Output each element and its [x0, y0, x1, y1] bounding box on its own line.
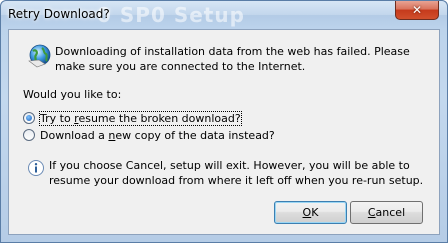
close-icon: ✕ — [411, 3, 423, 17]
title-bar[interactable]: 0 SP0 Setup Retry Download? ✕ — [1, 1, 447, 29]
info-icon — [28, 160, 44, 176]
resume-radio[interactable] — [23, 112, 35, 124]
cancel-button[interactable]: Cancel — [350, 201, 423, 224]
option-new-copy[interactable]: Download a new copy of the data instead? — [23, 127, 275, 143]
cancel-note: If you choose Cancel, setup will exit. H… — [49, 159, 424, 187]
dialog-body: Downloading of installation data from th… — [8, 29, 440, 235]
background-window-title: 0 SP0 Setup — [97, 3, 245, 27]
option-resume[interactable]: Try to resume the broken download? — [23, 110, 242, 126]
globe-info-icon — [28, 44, 51, 68]
prompt-label: Would you like to: — [23, 88, 122, 101]
resume-label[interactable]: Try to resume the broken download? — [39, 110, 242, 126]
dialog-window: 0 SP0 Setup Retry Download? ✕ Downloadin… — [0, 0, 448, 243]
dialog-title: Retry Download? — [8, 7, 110, 21]
error-message: Downloading of installation data from th… — [55, 45, 410, 73]
new-copy-radio[interactable] — [23, 129, 35, 141]
close-button[interactable]: ✕ — [395, 1, 439, 20]
new-copy-label[interactable]: Download a new copy of the data instead? — [40, 129, 275, 142]
ok-button[interactable]: OK — [274, 201, 347, 224]
